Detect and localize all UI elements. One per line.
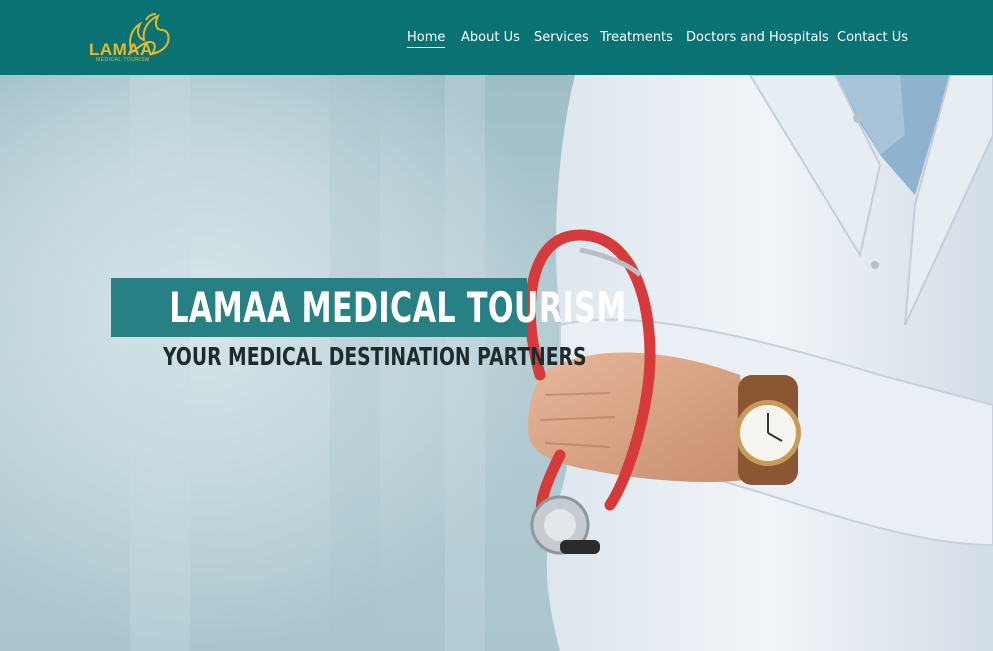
nav-treatments[interactable]: Treatments	[600, 29, 673, 47]
logo-tagline: MEDICAL TOURISM	[96, 57, 150, 63]
site-header: LAMAA MEDICAL TOURISM Home About Us Serv…	[0, 0, 993, 75]
nav-about-us[interactable]: About Us	[461, 29, 520, 47]
nav-doctors-and-hospitals[interactable]: Doctors and Hospitals	[686, 29, 829, 47]
nav-contact-us[interactable]: Contact Us	[837, 29, 908, 47]
hero-title: LAMAA MEDICAL TOURISM	[169, 283, 627, 332]
brand-logo[interactable]: LAMAA MEDICAL TOURISM	[86, 12, 176, 66]
nav-services[interactable]: Services	[534, 29, 589, 47]
nav-home[interactable]: Home	[407, 29, 446, 48]
hero-subtitle: YOUR MEDICAL DESTINATION PARTNERS	[163, 342, 587, 371]
hero-banner: LAMAA MEDICAL TOURISM YOUR MEDICAL DESTI…	[0, 75, 993, 651]
hero-title-box: LAMAA MEDICAL TOURISM	[111, 278, 627, 337]
